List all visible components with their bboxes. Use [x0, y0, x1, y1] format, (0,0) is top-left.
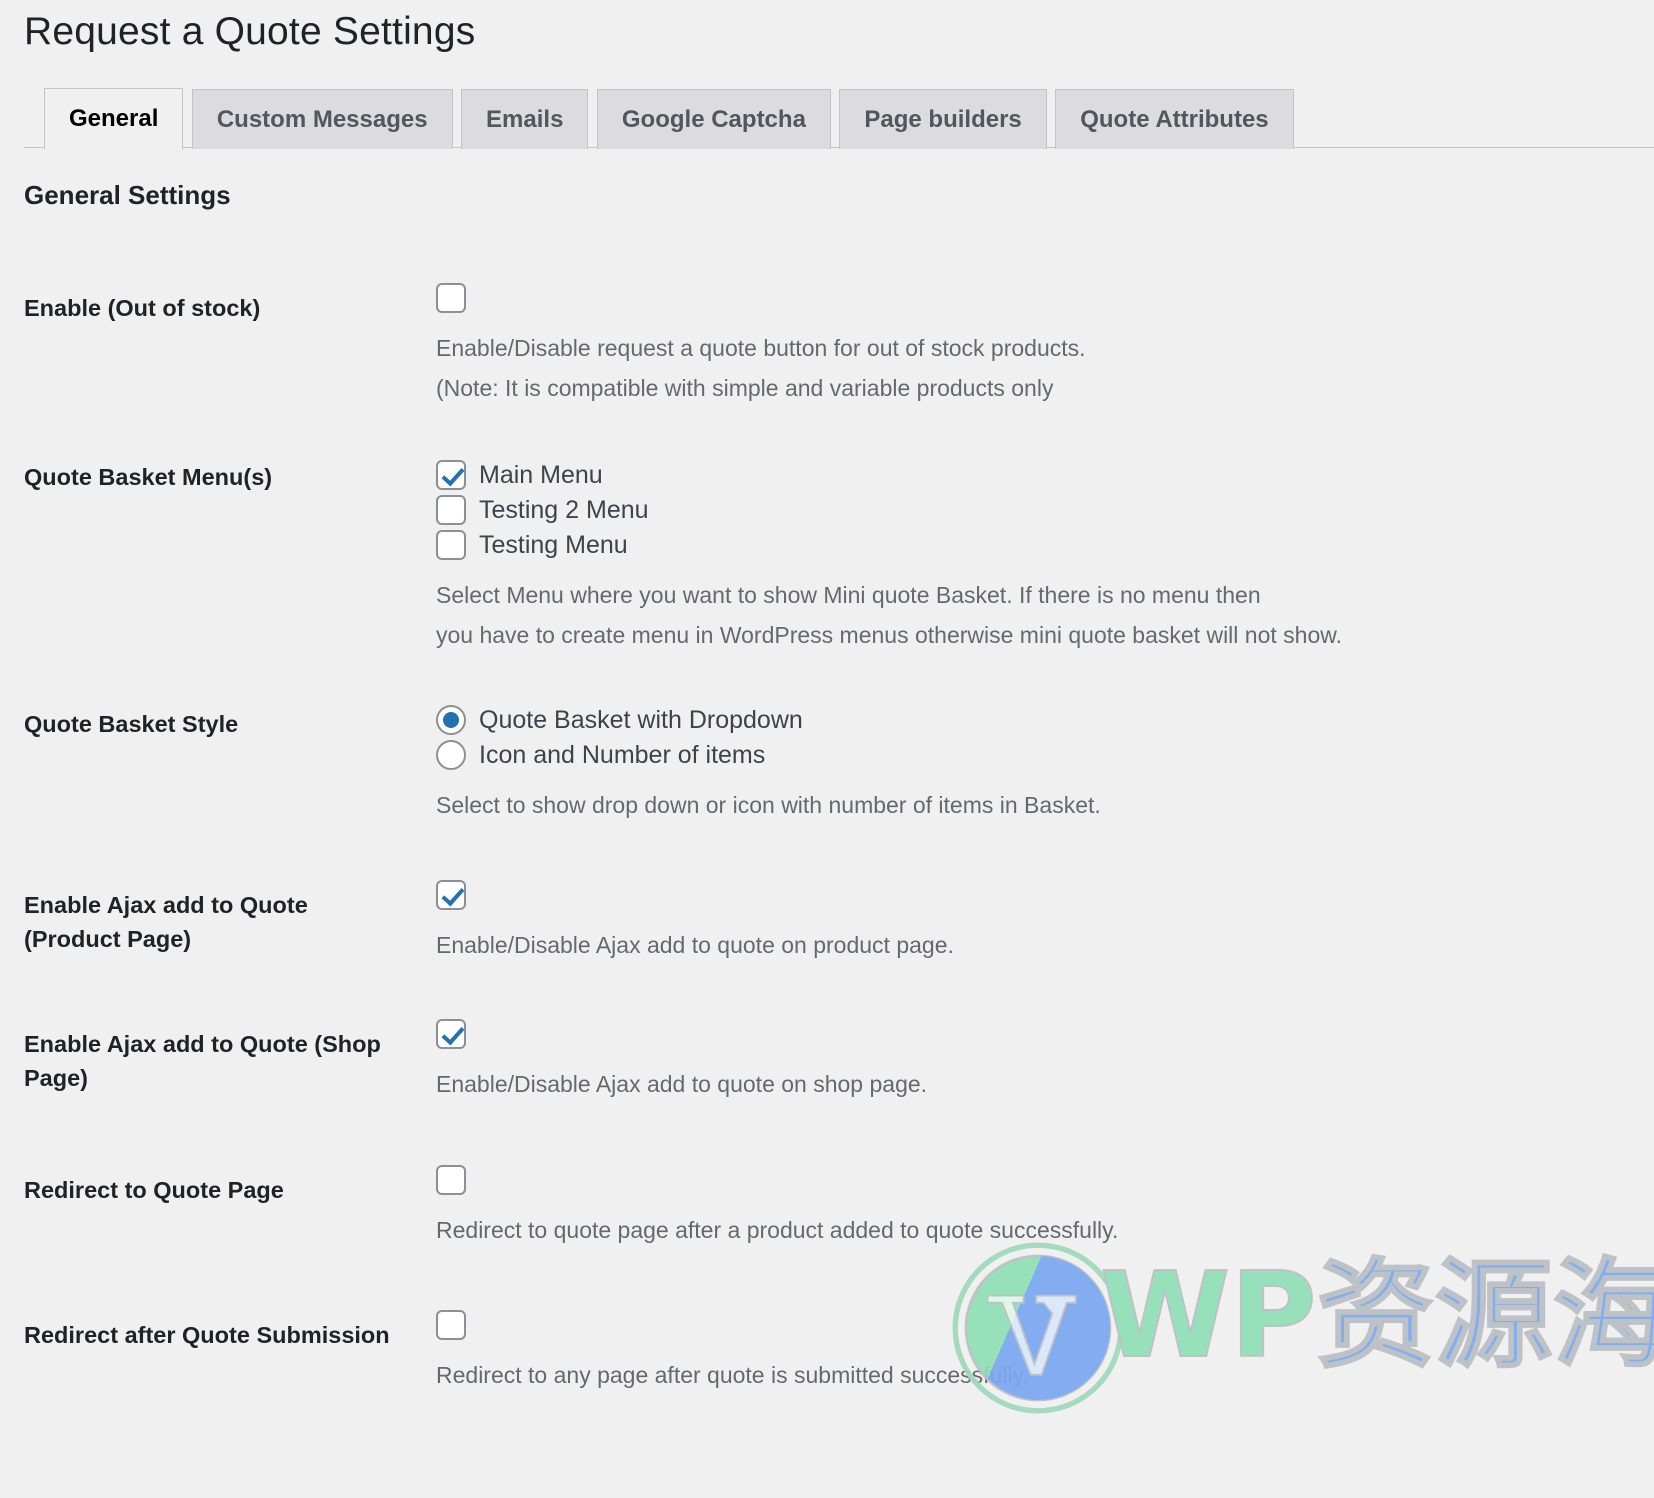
description-ajax-shop-page: Enable/Disable Ajax add to quote on shop…	[436, 1071, 928, 1098]
checkbox-testing-2-menu[interactable]	[436, 495, 466, 526]
label-ajax-product-page: Enable Ajax add to Quote (Product Page)	[24, 891, 308, 952]
section-heading: General Settings	[24, 180, 231, 210]
description-redirect-after-submission: Redirect to any page after quote is subm…	[436, 1362, 1029, 1389]
description-out-of-stock: Enable/Disable request a quote button fo…	[436, 329, 1644, 408]
description-line: Select Menu where you want to show Mini …	[436, 582, 1261, 609]
tab-page-builders[interactable]: Page builders	[839, 89, 1047, 149]
checkbox-out-of-stock[interactable]	[436, 283, 466, 313]
option-main-menu[interactable]: Main Menu	[436, 460, 1644, 491]
general-settings-form: Enable (Out of stock) Enable/Disable req…	[0, 255, 1654, 1420]
page-title: Request a Quote Settings	[24, 10, 476, 53]
label-redirect-quote-page: Redirect to Quote Page	[24, 1176, 284, 1203]
description-line: (Note: It is compatible with simple and …	[436, 374, 1054, 401]
setting-row-basket-style: Quote Basket Style Quote Basket with Dro…	[0, 679, 1654, 850]
checkbox-ajax-product-page[interactable]	[436, 879, 466, 910]
tab-emails[interactable]: Emails	[461, 89, 589, 149]
checkbox-redirect-after-submission[interactable]	[436, 1310, 466, 1341]
label-redirect-after-submission: Redirect after Quote Submission	[24, 1322, 390, 1349]
tab-google-captcha[interactable]: Google Captcha	[596, 89, 831, 149]
setting-row-out-of-stock: Enable (Out of stock) Enable/Disable req…	[0, 255, 1654, 432]
setting-row-basket-menus: Quote Basket Menu(s) Main Menu Testing 2…	[0, 432, 1654, 679]
option-testing-2-menu[interactable]: Testing 2 Menu	[436, 495, 1644, 526]
description-basket-style: Select to show drop down or icon with nu…	[436, 792, 1101, 819]
label-basket-menus: Quote Basket Menu(s)	[24, 464, 273, 491]
option-label[interactable]: Icon and Number of items	[479, 740, 765, 770]
setting-row-redirect-after-submission: Redirect after Quote Submission Redirect…	[0, 1274, 1654, 1420]
description-line: Enable/Disable request a quote button fo…	[436, 335, 1086, 361]
option-testing-menu[interactable]: Testing Menu	[436, 530, 1644, 561]
tab-custom-messages[interactable]: Custom Messages	[191, 89, 453, 149]
tab-general[interactable]: General	[44, 88, 184, 150]
checkbox-ajax-shop-page[interactable]	[436, 1019, 466, 1050]
checkbox-testing-menu[interactable]	[436, 530, 466, 561]
description-line: you have to create menu in WordPress men…	[436, 621, 1342, 648]
option-basket-dropdown[interactable]: Quote Basket with Dropdown	[436, 705, 1644, 736]
description-basket-menus: Select Menu where you want to show Mini …	[436, 576, 1644, 655]
radio-icon-number[interactable]	[436, 740, 466, 771]
tab-quote-attributes[interactable]: Quote Attributes	[1055, 89, 1294, 149]
option-label[interactable]: Testing Menu	[479, 530, 628, 560]
option-label[interactable]: Testing 2 Menu	[479, 495, 649, 525]
label-ajax-shop-page: Enable Ajax add to Quote (Shop Page)	[24, 1031, 381, 1092]
label-out-of-stock: Enable (Out of stock)	[24, 295, 261, 321]
checkbox-redirect-quote-page[interactable]	[436, 1164, 466, 1195]
radio-basket-dropdown[interactable]	[436, 705, 466, 736]
description-redirect-quote-page: Redirect to quote page after a product a…	[436, 1216, 1119, 1243]
description-ajax-product-page: Enable/Disable Ajax add to quote on prod…	[436, 931, 954, 958]
option-label[interactable]: Main Menu	[479, 460, 603, 490]
settings-tabs: General Custom Messages Emails Google Ca…	[24, 88, 1654, 150]
setting-row-ajax-shop-page: Enable Ajax add to Quote (Shop Page) Ena…	[0, 989, 1654, 1129]
option-label[interactable]: Quote Basket with Dropdown	[479, 705, 803, 735]
label-basket-style: Quote Basket Style	[24, 711, 239, 738]
option-icon-number[interactable]: Icon and Number of items	[436, 740, 1644, 771]
setting-row-ajax-product-page: Enable Ajax add to Quote (Product Page) …	[0, 850, 1654, 990]
checkbox-main-menu[interactable]	[436, 460, 466, 491]
setting-row-redirect-quote-page: Redirect to Quote Page Redirect to quote…	[0, 1129, 1654, 1275]
